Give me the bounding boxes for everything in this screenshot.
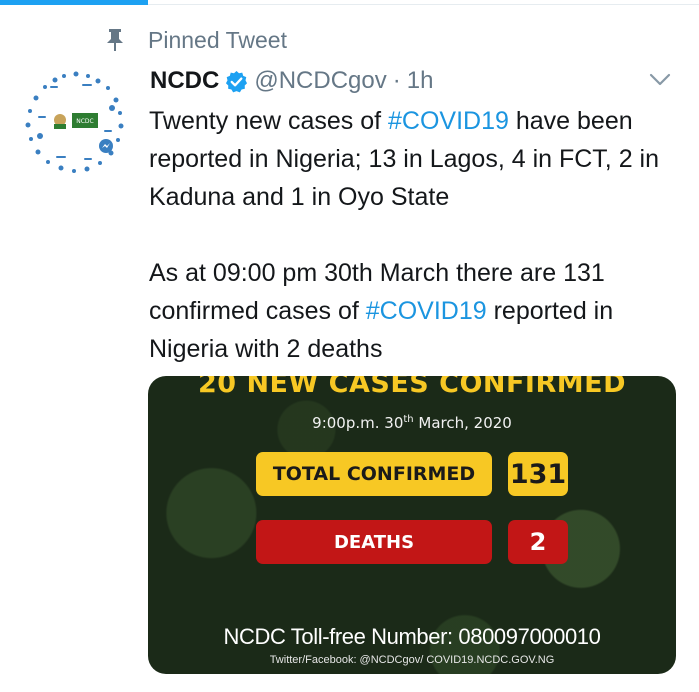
deaths-label: DEATHS xyxy=(256,520,492,564)
svg-text:NCDC: NCDC xyxy=(76,118,94,125)
total-confirmed-value: 131 xyxy=(508,452,568,496)
hashtag-link[interactable]: #COVID19 xyxy=(388,107,509,135)
card-date-suffix: th xyxy=(403,414,414,425)
card-date: 9:00p.m. 30th March, 2020 xyxy=(148,414,676,432)
card-date-main: 9:00p.m. 30 xyxy=(312,414,404,432)
tweet-paragraph-1: Twenty new cases of #COVID19 have been r… xyxy=(149,102,679,216)
separator-dot: · xyxy=(392,67,401,94)
tweet-timestamp[interactable]: 1h xyxy=(407,67,434,95)
pinned-tweet-row: Pinned Tweet xyxy=(104,26,287,54)
author-name[interactable]: NCDC xyxy=(150,67,219,95)
divider xyxy=(148,4,699,5)
card-date-rest: March, 2020 xyxy=(413,414,512,432)
card-title: 20 NEW CASES CONFIRMED xyxy=(197,376,626,399)
hashtag-link[interactable]: #COVID19 xyxy=(366,297,487,325)
tab-indicator xyxy=(0,0,148,5)
tweet-paragraph-2: As at 09:00 pm 30th March there are 131 … xyxy=(149,254,679,368)
social-handles: Twitter/Facebook: @NCDCgov/ COVID19.NCDC… xyxy=(269,654,555,666)
tweet-header: NCDC @NCDCgov · 1h xyxy=(150,66,433,96)
pinned-tweet-label: Pinned Tweet xyxy=(148,26,287,53)
tollfree-number: NCDC Toll-free Number: 080097000010 xyxy=(223,624,601,649)
verified-badge-icon xyxy=(226,70,248,92)
tweet-image[interactable]: 20 NEW CASES CONFIRMED 9:00p.m. 30th Mar… xyxy=(148,376,676,674)
deaths-value: 2 xyxy=(508,520,568,564)
ncdc-avatar[interactable]: NCDC xyxy=(20,68,130,178)
author-handle[interactable]: @NCDCgov xyxy=(254,67,386,95)
chevron-down-icon[interactable] xyxy=(648,72,672,88)
tweet-body: Twenty new cases of #COVID19 have been r… xyxy=(149,102,679,368)
pin-icon xyxy=(107,29,123,51)
total-confirmed-label: TOTAL CONFIRMED xyxy=(256,452,492,496)
text-segment: Twenty new cases of xyxy=(149,107,389,135)
